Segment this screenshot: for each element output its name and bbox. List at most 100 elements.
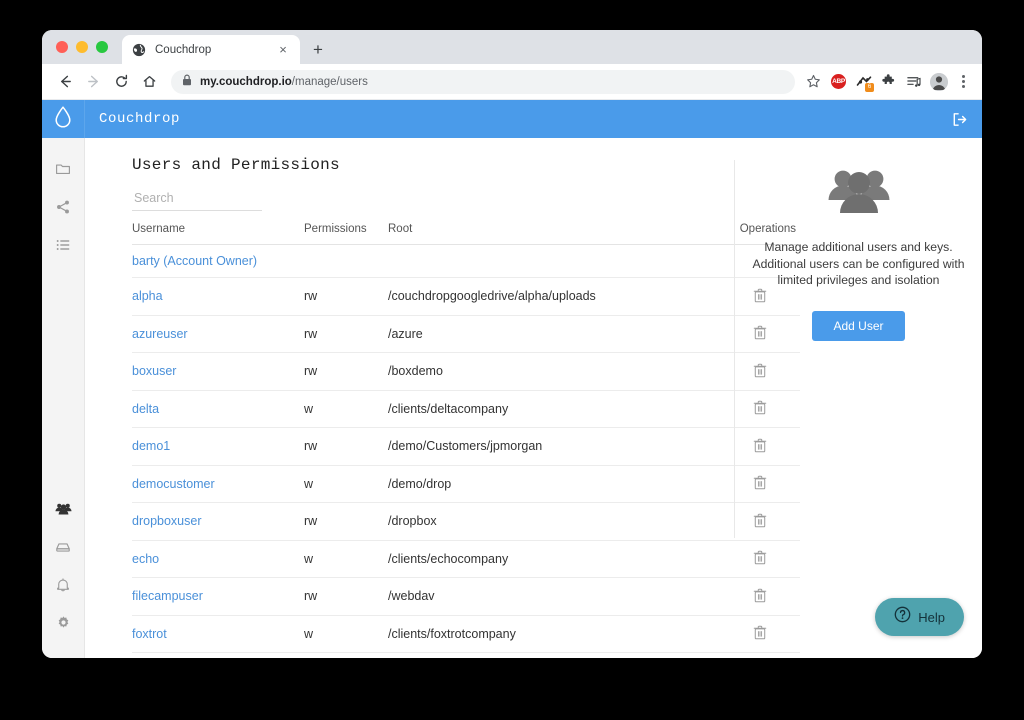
- cell-username: echo: [132, 540, 304, 578]
- table-row: boxuser rw/boxdemo: [132, 352, 800, 391]
- address-bar-text: my.couchdrop.io/manage/users: [200, 76, 368, 88]
- sidebar-item-logs[interactable]: [42, 228, 84, 266]
- cell-root: /clients/foxtrotcompany: [388, 615, 718, 653]
- cell-root: /webdav: [388, 577, 718, 616]
- app-sidebar: [42, 138, 85, 658]
- table-row: azureuser rw/azure: [132, 315, 800, 353]
- user-link[interactable]: demo1: [132, 439, 170, 453]
- sidebar-item-users[interactable]: [42, 492, 84, 530]
- browser-extension-icons: ABP 6: [804, 72, 972, 92]
- user-link[interactable]: dropboxuser: [132, 514, 202, 528]
- table-row: delta w/clients/deltacompany: [132, 390, 800, 428]
- new-tab-button[interactable]: +: [304, 35, 332, 63]
- cell-username: alpha: [132, 277, 304, 316]
- bell-icon: [55, 577, 71, 598]
- question-circle-icon: [894, 606, 911, 628]
- extension-badge-count: 6: [865, 83, 874, 92]
- table-row: julietrw/box/clientb/inboundfiles: [132, 652, 800, 658]
- cell-permissions: [304, 244, 388, 278]
- gear-icon: [56, 615, 71, 635]
- cell-root: /couchdropgoogledrive/alpha/uploads: [388, 277, 718, 316]
- cell-username: juliet: [132, 652, 304, 658]
- users-table: Username Permissions Root Operations bar…: [132, 223, 800, 658]
- maximize-window-button[interactable]: [96, 41, 108, 53]
- user-link[interactable]: foxtrot: [132, 627, 167, 641]
- table-header-row: Username Permissions Root Operations: [132, 223, 800, 245]
- sidebar-top-group: [42, 138, 84, 266]
- forward-button[interactable]: [80, 69, 106, 95]
- cell-permissions: w: [304, 540, 388, 578]
- folder-icon: [55, 161, 71, 182]
- cell-permissions: rw: [304, 352, 388, 391]
- drive-icon: [55, 539, 71, 560]
- table-row: echo w/clients/echocompany: [132, 540, 800, 578]
- sidebar-item-share[interactable]: [42, 190, 84, 228]
- cell-permissions: w: [304, 615, 388, 653]
- reading-list-icon[interactable]: [904, 72, 923, 91]
- user-link[interactable]: delta: [132, 402, 159, 416]
- app-brand-title: Couchdrop: [99, 111, 181, 127]
- cell-operations: [718, 577, 800, 616]
- add-user-button[interactable]: Add User: [812, 310, 905, 341]
- users-info-description: Manage additional users and keys. Additi…: [752, 240, 965, 287]
- puzzle-extensions-icon[interactable]: [879, 72, 898, 91]
- search-input[interactable]: [132, 188, 262, 211]
- cell-operations: [718, 540, 800, 578]
- cell-root: /demo/Customers/jpmorgan: [388, 427, 718, 466]
- table-row: barty (Account Owner): [132, 244, 800, 278]
- cell-username: azureuser: [132, 315, 304, 353]
- cell-permissions: rw: [304, 502, 388, 541]
- help-widget[interactable]: Help: [875, 598, 964, 636]
- chrome-menu-icon[interactable]: [954, 72, 972, 91]
- back-button[interactable]: [52, 69, 78, 95]
- browser-tab[interactable]: Couchdrop ×: [122, 35, 300, 64]
- share-icon: [55, 199, 71, 220]
- home-button[interactable]: [136, 69, 162, 95]
- close-window-button[interactable]: [56, 41, 68, 53]
- page-content: Users and Permissions Username Permissio…: [85, 138, 982, 658]
- delete-user-button[interactable]: [752, 625, 768, 641]
- app-logo[interactable]: [42, 100, 85, 138]
- cell-username: barty (Account Owner): [132, 244, 304, 278]
- reload-button[interactable]: [108, 69, 134, 95]
- cell-permissions: w: [304, 390, 388, 428]
- cell-username: filecampuser: [132, 577, 304, 616]
- user-link[interactable]: filecampuser: [132, 589, 203, 603]
- cell-username: democustomer: [132, 465, 304, 503]
- users-table-body: barty (Account Owner) alpha rw/couchdropgo…: [132, 244, 800, 658]
- user-link[interactable]: azureuser: [132, 327, 188, 341]
- user-link[interactable]: barty (Account Owner): [132, 254, 257, 268]
- sidebar-item-storage[interactable]: [42, 530, 84, 568]
- cell-permissions: rw: [304, 277, 388, 316]
- bookmark-star-icon[interactable]: [804, 72, 823, 91]
- logout-icon[interactable]: [950, 110, 968, 128]
- users-main-column: Users and Permissions Username Permissio…: [95, 138, 800, 658]
- cell-root: /azure: [388, 315, 718, 353]
- sidebar-item-files[interactable]: [42, 152, 84, 190]
- extension-orange-icon[interactable]: 6: [854, 72, 874, 92]
- delete-user-button[interactable]: [752, 550, 768, 566]
- cell-permissions: w: [304, 465, 388, 503]
- address-bar[interactable]: my.couchdrop.io/manage/users: [171, 69, 795, 94]
- minimize-window-button[interactable]: [76, 41, 88, 53]
- sidebar-item-notifications[interactable]: [42, 568, 84, 606]
- water-drop-icon: [53, 105, 73, 134]
- user-link[interactable]: democustomer: [132, 477, 215, 491]
- close-tab-button[interactable]: ×: [275, 42, 291, 58]
- cell-permissions: rw: [304, 315, 388, 353]
- table-row: filecampuser rw/webdav: [132, 577, 800, 616]
- profile-avatar-icon[interactable]: [929, 72, 948, 91]
- cell-operations: [718, 652, 800, 658]
- user-link[interactable]: echo: [132, 552, 159, 566]
- browser-tabstrip: Couchdrop × +: [42, 30, 982, 64]
- table-row: democustomer w/demo/drop: [132, 465, 800, 503]
- table-row: foxtrot w/clients/foxtrotcompany: [132, 615, 800, 653]
- user-link[interactable]: boxuser: [132, 364, 176, 378]
- user-link[interactable]: alpha: [132, 289, 163, 303]
- delete-user-button[interactable]: [752, 587, 768, 603]
- lock-icon: [182, 73, 192, 91]
- app-header: Couchdrop: [42, 100, 982, 138]
- adblock-plus-icon[interactable]: ABP: [829, 72, 848, 91]
- column-header-username: Username: [132, 223, 304, 245]
- sidebar-item-settings[interactable]: [42, 606, 84, 644]
